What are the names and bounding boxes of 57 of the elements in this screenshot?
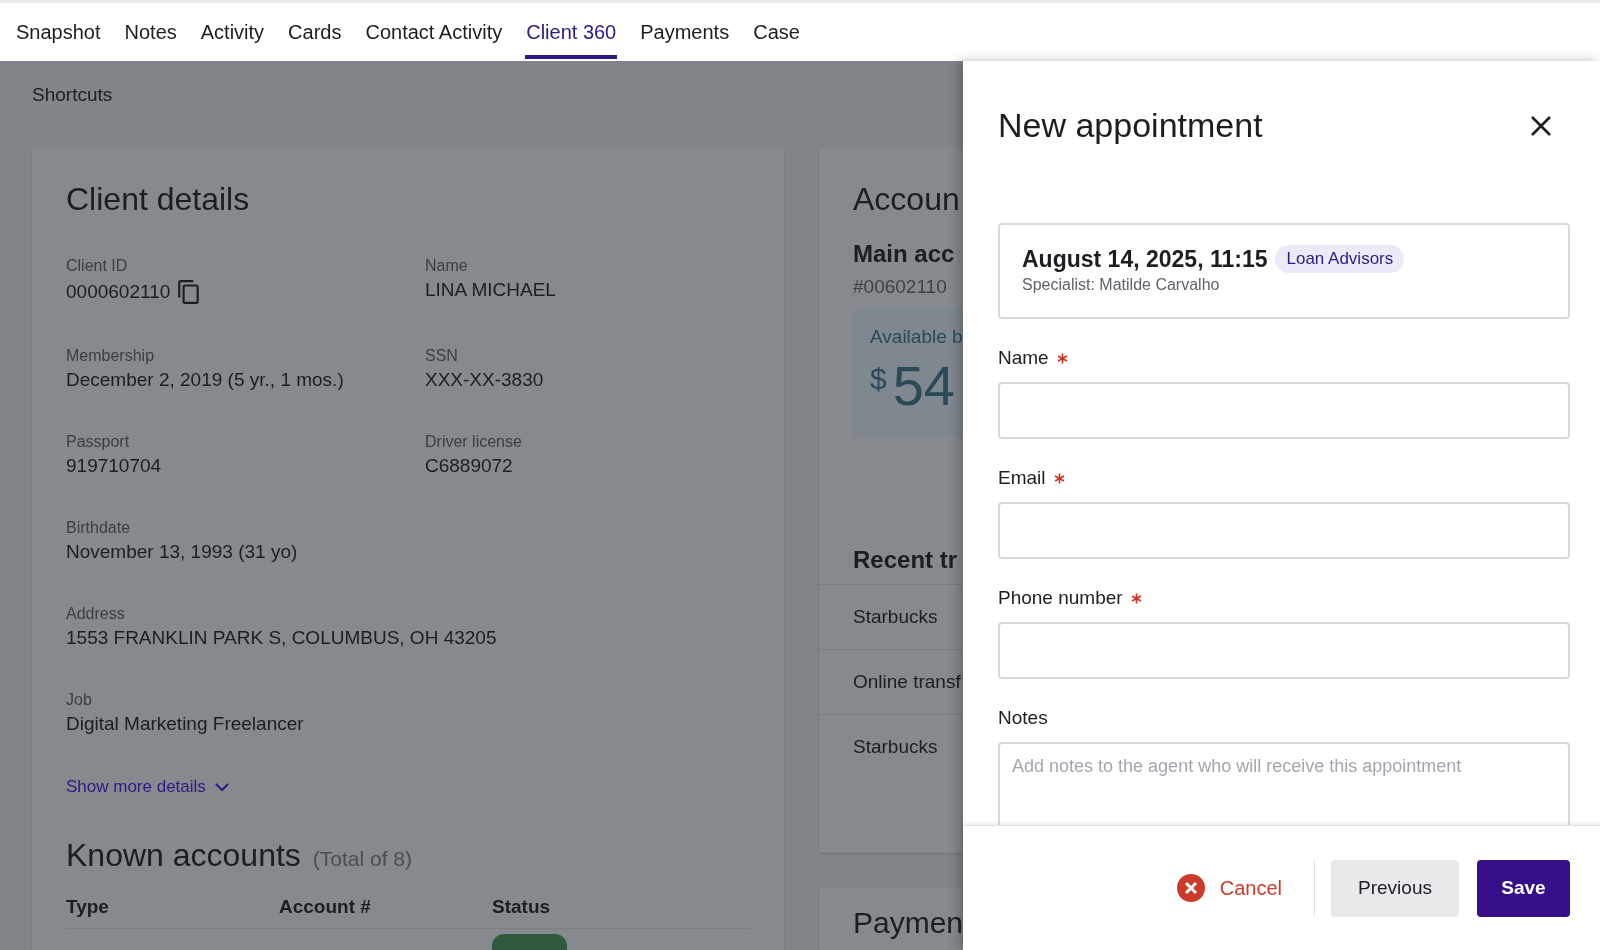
- appointment-datetime: August 14, 2025, 11:15: [1022, 245, 1268, 273]
- field-label: Phone number: [998, 587, 1123, 609]
- field-value: LINA MICHAEL: [425, 279, 556, 301]
- field-label: Client ID: [66, 257, 128, 275]
- show-more-link[interactable]: Show more details: [66, 777, 230, 797]
- field-label: Email: [998, 467, 1046, 489]
- tab[interactable]: Notes: [112, 3, 189, 61]
- field-value: 919710704: [66, 455, 162, 477]
- field-value: XXX-XX-3830: [425, 369, 544, 391]
- cancel-button[interactable]: Cancel: [1165, 859, 1292, 917]
- tab[interactable]: Payments: [628, 3, 742, 61]
- account-name: Main acc: [852, 240, 955, 268]
- field-label: Name: [998, 347, 1049, 369]
- tab[interactable]: Client 360: [514, 3, 629, 61]
- column-header: Status: [492, 896, 551, 918]
- previous-button[interactable]: Previous: [1331, 859, 1459, 917]
- column-header: Account #: [279, 896, 371, 918]
- tab[interactable]: Case: [741, 3, 812, 61]
- currency-symbol: $: [870, 362, 887, 396]
- transaction-name: Online transf: [853, 671, 961, 693]
- field-value: Digital Marketing Freelancer: [66, 713, 304, 735]
- field-label: Notes: [998, 707, 1048, 729]
- save-button[interactable]: Save: [1477, 859, 1570, 917]
- balance-amount: 54: [892, 358, 955, 414]
- field-label: Membership: [66, 347, 155, 365]
- field-value: 0000602110: [66, 281, 171, 303]
- account-number: #00602110: [852, 276, 947, 298]
- notes-field[interactable]: Add notes to the agent who will receive this appointment: [998, 742, 1570, 825]
- tab[interactable]: Cards: [276, 3, 354, 61]
- transaction-name: Starbucks: [853, 606, 938, 628]
- field-label: Job: [66, 691, 92, 709]
- card-title: Client details: [66, 181, 250, 218]
- tab[interactable]: Snapshot: [4, 3, 113, 61]
- field-label: Passport: [66, 433, 130, 451]
- tab[interactable]: Contact Activity: [353, 3, 515, 61]
- card-title: Paymen: [853, 906, 963, 940]
- section-title: Shortcuts: [31, 83, 113, 107]
- total-count: (Total of 8): [312, 847, 413, 871]
- field-value: November 13, 1993 (31 yo): [66, 541, 298, 563]
- field-label: Name: [425, 257, 468, 275]
- balance-label: Available b: [870, 326, 963, 348]
- field-label: Driver license: [425, 433, 522, 451]
- field-label: SSN: [425, 347, 458, 365]
- field-value: 1553 FRANKLIN PARK S, COLUMBUS, OH 43205: [66, 627, 497, 649]
- field-label: Birthdate: [66, 519, 131, 537]
- field-value: December 2, 2019 (5 yr., 1 mos.): [66, 369, 344, 391]
- transaction-name: Starbucks: [853, 736, 938, 758]
- column-header: Type: [66, 896, 109, 918]
- field-label: Address: [66, 605, 125, 623]
- drawer-title: New appointment: [998, 106, 1263, 145]
- section-title: Known accounts: [66, 837, 301, 874]
- card-title: Accoun: [852, 181, 960, 218]
- section-title: Recent tr: [852, 546, 958, 575]
- department-tag: Loan Advisors: [1275, 245, 1405, 273]
- tab[interactable]: Activity: [188, 3, 277, 61]
- specialist-name: Specialist: Matilde Carvalho: [1022, 276, 1220, 294]
- field-value: C6889072: [425, 455, 513, 477]
